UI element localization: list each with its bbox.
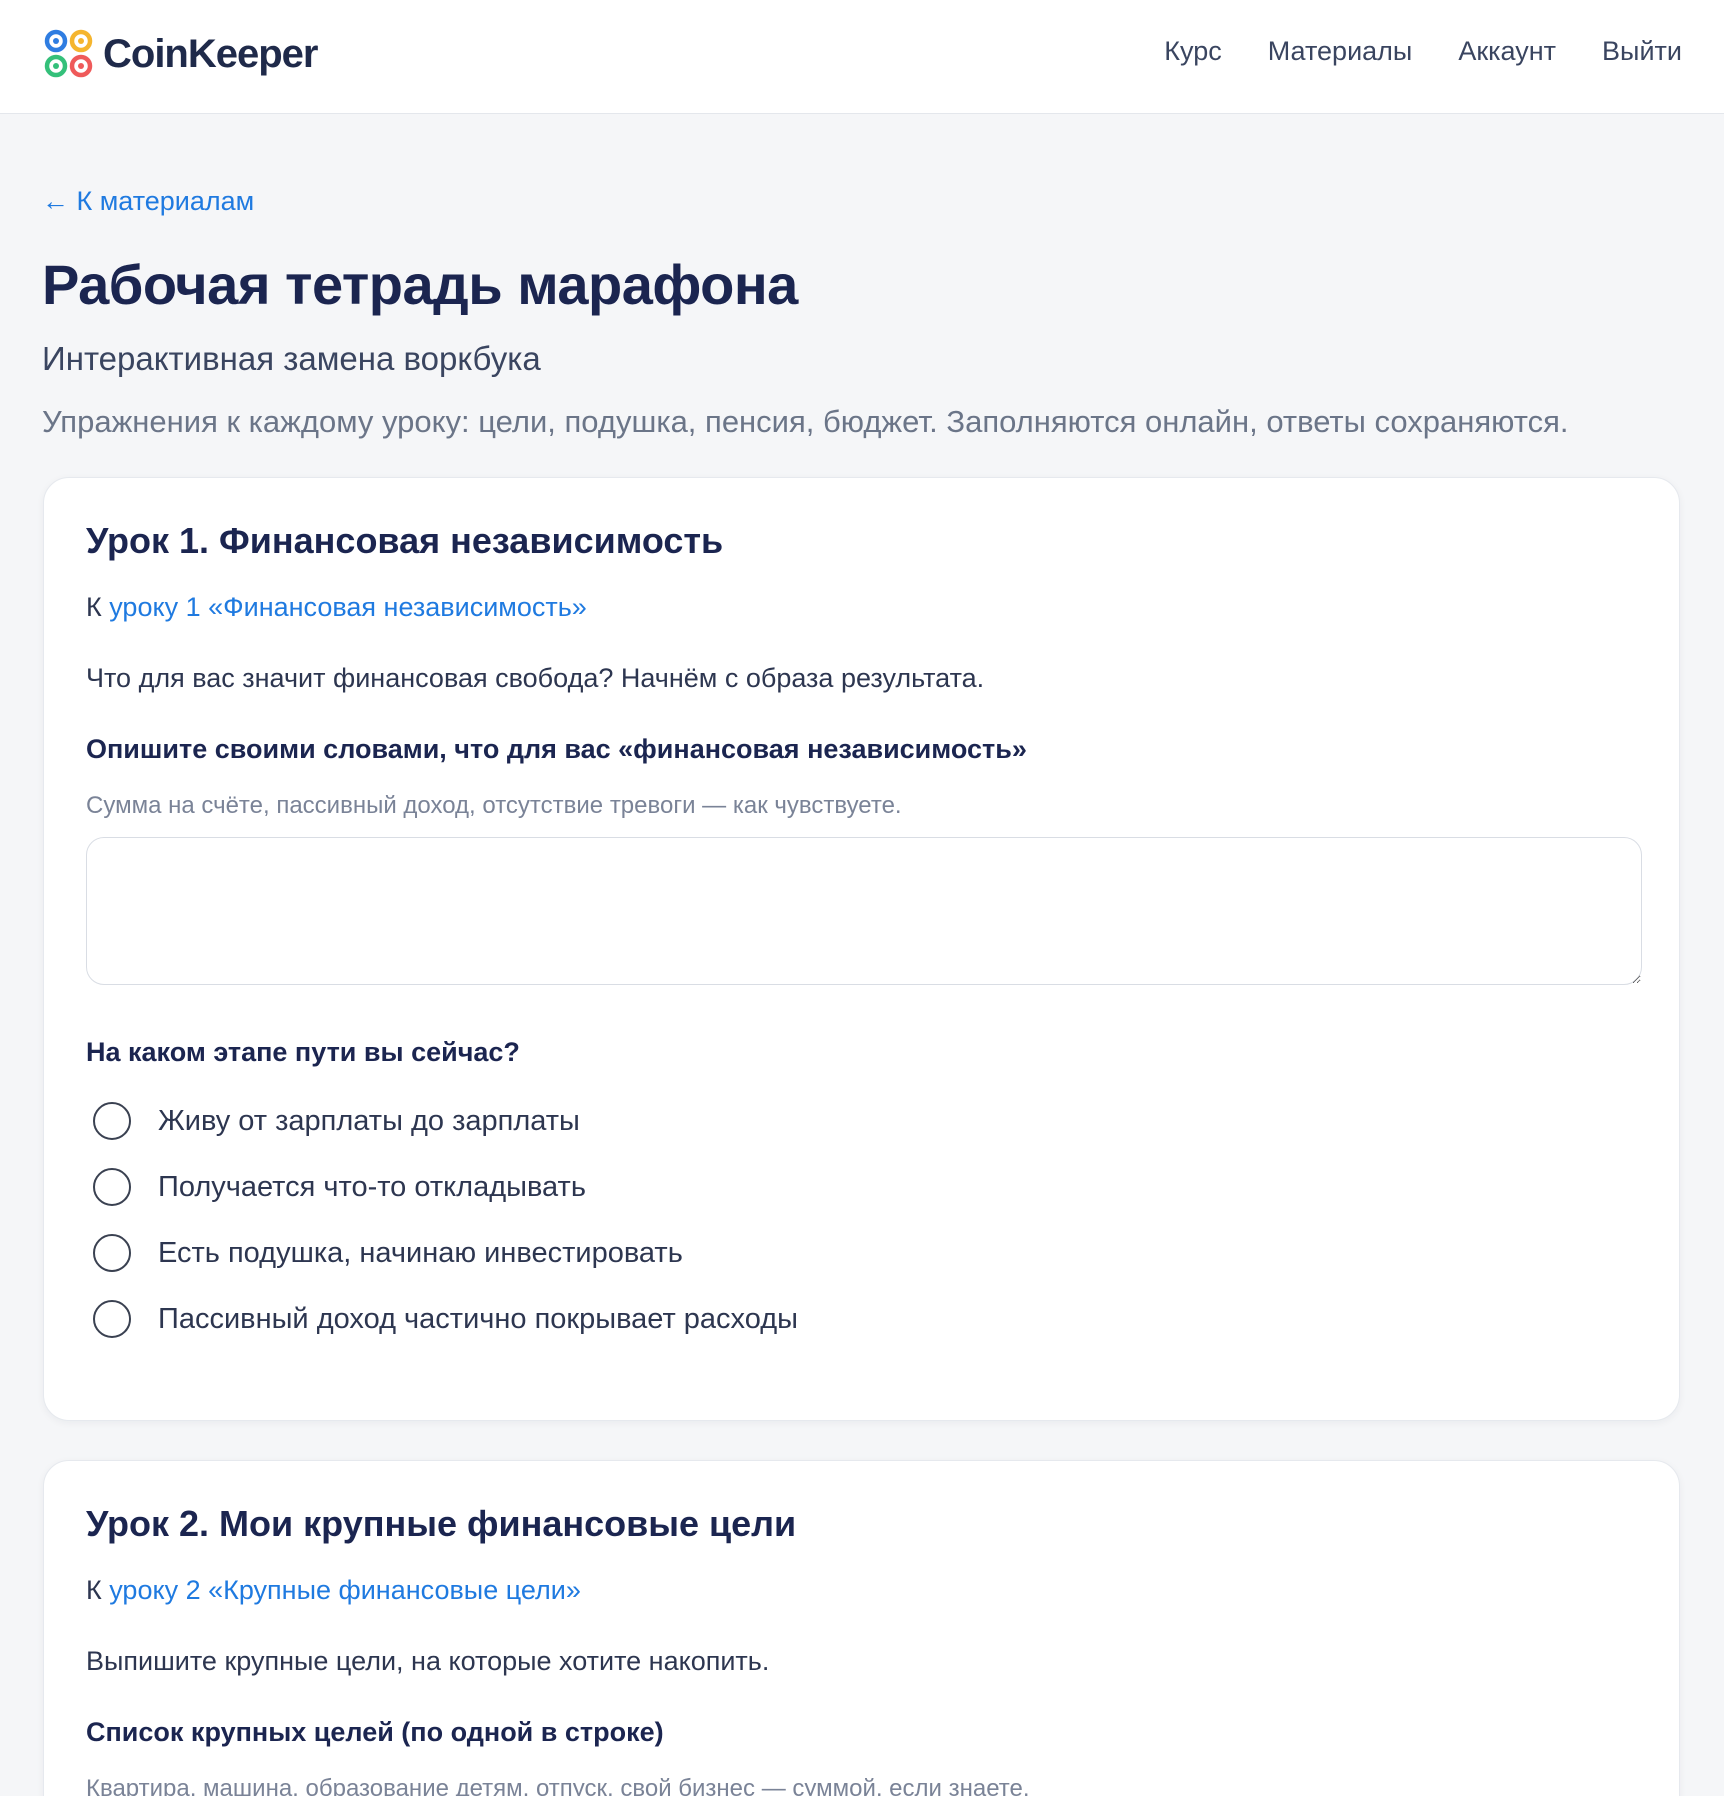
- page-description: Упражнения к каждому уроку: цели, подушк…: [42, 404, 1569, 439]
- stage-option-label: Получается что-то откладывать: [158, 1170, 586, 1203]
- lesson-1-q2-label: На каком этапе пути вы сейчас?: [86, 1037, 520, 1067]
- nav-item-logout[interactable]: Выйти: [1602, 36, 1682, 67]
- main-nav: Курс Материалы Аккаунт Выйти: [1164, 36, 1682, 67]
- page-subtitle: Интерактивная замена воркбука: [42, 340, 541, 377]
- lesson-1-q1-label: Опишите своими словами, что для вас «фин…: [86, 734, 1027, 764]
- stage-option-label: Пассивный доход частично покрывает расхо…: [158, 1302, 798, 1335]
- brand-name: CoinKeeper: [103, 31, 318, 76]
- lesson-1-title: Урок 1. Финансовая независимость: [86, 520, 724, 561]
- lesson-1-intro: Что для вас значит финансовая свобода? Н…: [86, 663, 985, 693]
- stage-option-4[interactable]: Пассивный доход частично покрывает расхо…: [93, 1300, 798, 1338]
- coinkeeper-logo-icon: [44, 29, 93, 78]
- radio-button[interactable]: [93, 1102, 131, 1140]
- lesson-2-link[interactable]: уроку 2 «Крупные финансовые цели»: [109, 1575, 581, 1605]
- stage-option-1[interactable]: Живу от зарплаты до зарплаты: [93, 1102, 580, 1140]
- nav-item-course[interactable]: Курс: [1164, 36, 1221, 67]
- stage-option-2[interactable]: Получается что-то откладывать: [93, 1168, 586, 1206]
- top-bar: CoinKeeper Курс Материалы Аккаунт Выйти: [0, 0, 1724, 114]
- stage-option-label: Есть подушка, начинаю инвестировать: [158, 1236, 683, 1269]
- lesson-1-ref-prefix: К: [86, 592, 110, 622]
- nav-item-account[interactable]: Аккаунт: [1458, 36, 1556, 67]
- nav-item-materials[interactable]: Материалы: [1268, 36, 1413, 67]
- brand-logo[interactable]: CoinKeeper: [43, 28, 318, 80]
- lesson-2-title: Урок 2. Мои крупные финансовые цели: [86, 1503, 797, 1544]
- radio-button[interactable]: [93, 1300, 131, 1338]
- radio-button[interactable]: [93, 1168, 131, 1206]
- lesson-1-card: Урок 1. Финансовая независимость К уроку…: [43, 477, 1680, 1421]
- back-to-materials-link[interactable]: ← К материалам: [42, 186, 254, 217]
- lesson-2-q1-label: Список крупных целей (по одной в строке): [86, 1717, 664, 1747]
- lesson-2-reference: К уроку 2 «Крупные финансовые цели»: [86, 1575, 581, 1606]
- stage-option-label: Живу от зарплаты до зарплаты: [158, 1104, 580, 1137]
- lesson-2-intro: Выпишите крупные цели, на которые хотите…: [86, 1646, 770, 1676]
- lesson-1-q1-hint: Сумма на счёте, пассивный доход, отсутст…: [86, 792, 902, 819]
- lesson-2-card: Урок 2. Мои крупные финансовые цели К ур…: [43, 1460, 1680, 1796]
- stage-option-3[interactable]: Есть подушка, начинаю инвестировать: [93, 1234, 683, 1272]
- radio-button[interactable]: [93, 1234, 131, 1272]
- lesson-1-link[interactable]: уроку 1 «Финансовая независимость»: [109, 592, 587, 622]
- lesson-1-reference: К уроку 1 «Финансовая независимость»: [86, 592, 587, 623]
- page-title: Рабочая тетрадь марафона: [42, 253, 798, 316]
- lesson-1-q1-answer-field[interactable]: [86, 837, 1642, 985]
- lesson-2-ref-prefix: К: [86, 1575, 110, 1605]
- lesson-2-q1-hint: Квартира, машина, образование детям, отп…: [86, 1775, 1030, 1796]
